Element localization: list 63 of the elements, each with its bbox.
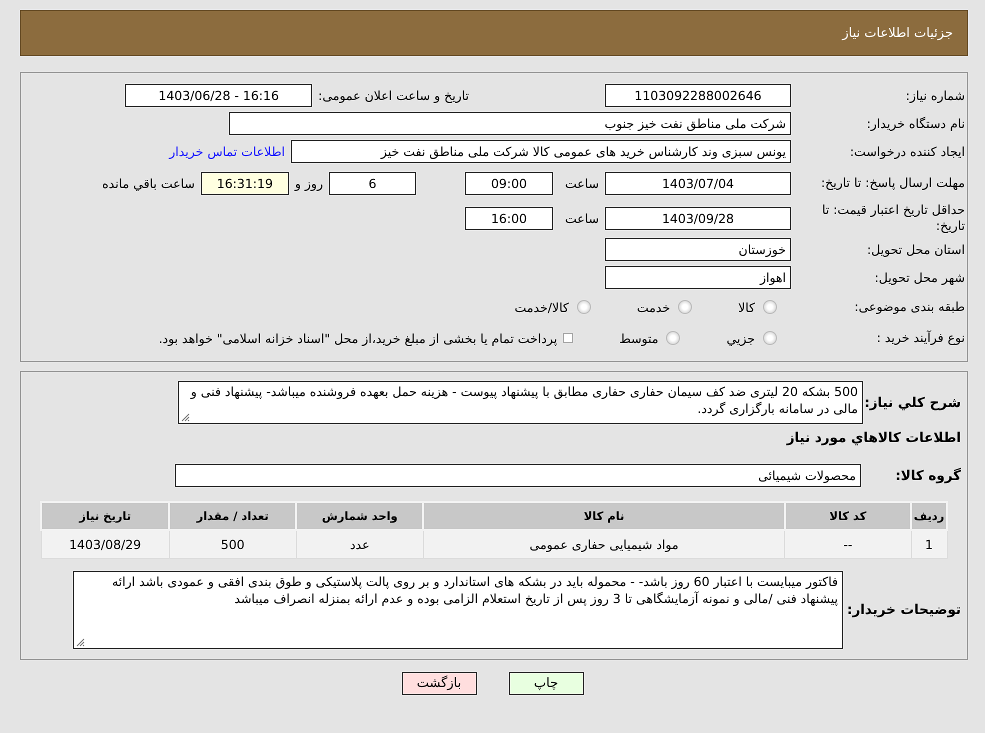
field-label: گروه کالا: bbox=[894, 468, 962, 484]
radio-button[interactable] bbox=[576, 300, 591, 314]
time-field: 16:00 bbox=[464, 206, 553, 230]
description-text: 500 بشکه 20 لیتری ضد کف سیمان حفاری حفاری مطابق با پیشنهاد پیوست - هزینه حمل بعهده فروشنده میباشد- پیشنهاد فنی و مالی در سامانه بارگزاری گردد. bbox=[190, 384, 858, 416]
city-field: اهواز bbox=[605, 266, 791, 289]
radio-button[interactable] bbox=[678, 300, 692, 314]
page-title: جزئیات اطلاعات نیاز bbox=[842, 26, 953, 40]
time-field: 09:00 bbox=[464, 172, 553, 194]
field-label: ساعت باقي مانده bbox=[102, 176, 195, 190]
field-label: ساعت bbox=[564, 210, 599, 226]
radio-label: کالا/خدمت bbox=[514, 300, 569, 314]
radio-label: جزيي bbox=[726, 330, 755, 346]
radio-button[interactable] bbox=[666, 331, 680, 345]
field-label: شماره نیاز: bbox=[904, 88, 966, 104]
column-header: کد کالا bbox=[784, 502, 912, 530]
field-label: نام دستگاه خریدار: bbox=[866, 116, 966, 132]
field-label: شرح کلي نياز: bbox=[867, 394, 962, 411]
field-label: نوع فرآیند خرید : bbox=[876, 330, 966, 346]
field-label: شهر محل تحویل: bbox=[874, 270, 966, 286]
announce-date-field: 1403/06/28 - 16:16 bbox=[125, 84, 312, 107]
column-header: تعداد / مقدار bbox=[169, 502, 296, 530]
radio-button[interactable] bbox=[763, 331, 777, 345]
field-label: طبقه بندی موضوعی: bbox=[853, 299, 966, 315]
field-label: ایجاد کننده درخواست: bbox=[848, 144, 966, 160]
table-cell: مواد شیمیایی حفاری عمومی bbox=[423, 530, 785, 558]
radio-button[interactable] bbox=[763, 300, 777, 314]
field-label: استان محل تحویل: bbox=[866, 242, 966, 258]
radio-label: متوسط bbox=[619, 330, 658, 346]
field-label: مهلت ارسال پاسخ: تا تاریخ: bbox=[820, 175, 966, 191]
field-label: تاریخ و ساعت اعلان عمومی: bbox=[318, 88, 469, 103]
date-field: 1403/07/04 bbox=[605, 172, 791, 194]
table-cell: 500 bbox=[169, 530, 296, 558]
resize-grip-icon[interactable] bbox=[76, 638, 85, 646]
resize-grip-icon[interactable] bbox=[181, 413, 190, 422]
purchase-note: پرداخت تمام یا بخشی از مبلغ خرید،از محل "اسناد خزانه اسلامی" خواهد بود. bbox=[158, 330, 558, 346]
requester-field: یونس سبزی وند کارشناس خرید های عمومی کالا شرکت ملی مناطق نفت خیز bbox=[291, 140, 791, 163]
contact-link[interactable]: اطلاعات تماس خریدار bbox=[169, 144, 285, 159]
column-header: واحد شمارش bbox=[296, 502, 424, 530]
field-label: ساعت bbox=[564, 176, 599, 190]
field-label: حداقل تاریخ اعتبار قیمت: تا تاریخ: bbox=[820, 202, 966, 234]
date-field: 1403/09/28 bbox=[605, 206, 791, 230]
radio-label: خدمت bbox=[636, 300, 670, 314]
table-cell: 1 bbox=[911, 530, 947, 558]
column-header: ردیف bbox=[911, 502, 947, 530]
need-number-field: 1103092288002646 bbox=[605, 84, 791, 107]
back-button[interactable]: بازگشت bbox=[402, 672, 476, 694]
table-cell: 1403/08/29 bbox=[41, 530, 170, 558]
radio-label: کالا bbox=[738, 300, 755, 314]
section-heading: اطلاعات كالاهاي مورد نياز bbox=[785, 429, 962, 446]
checkbox[interactable] bbox=[563, 333, 574, 343]
remaining-time-field: 16:31:19 bbox=[200, 172, 289, 194]
buyer-org-field: شرکت ملی مناطق نفت خیز جنوب bbox=[229, 112, 791, 135]
buyer-notes-text: فاکتور میبایست با اعتبار 60 روز باشد- - محموله باید در بشکه های استاندارد و بر روی پالت پلاستیکی و طوق بندی افقی و عمودی باشد ارائه پیشنهاد فنی /مالی و نمونه آزمایشگاهی تا 3 روز پس از تاریخ استعلام الزامی بوده و عدم ارائه بمنزله انصراف میباشد bbox=[112, 574, 838, 606]
table-cell: -- bbox=[784, 530, 912, 558]
goods-group-field: محصولات شیمیائی bbox=[175, 464, 861, 487]
column-header: نام کالا bbox=[423, 502, 785, 530]
column-header: تاریخ نیاز bbox=[41, 502, 170, 530]
print-button[interactable]: چاپ bbox=[508, 672, 584, 694]
province-field: خوزستان bbox=[605, 238, 791, 261]
days-field: 6 bbox=[328, 172, 416, 194]
table-cell: عدد bbox=[296, 530, 424, 558]
field-label: روز و bbox=[294, 176, 323, 190]
field-label: توضیحات خریدار: bbox=[847, 602, 962, 618]
